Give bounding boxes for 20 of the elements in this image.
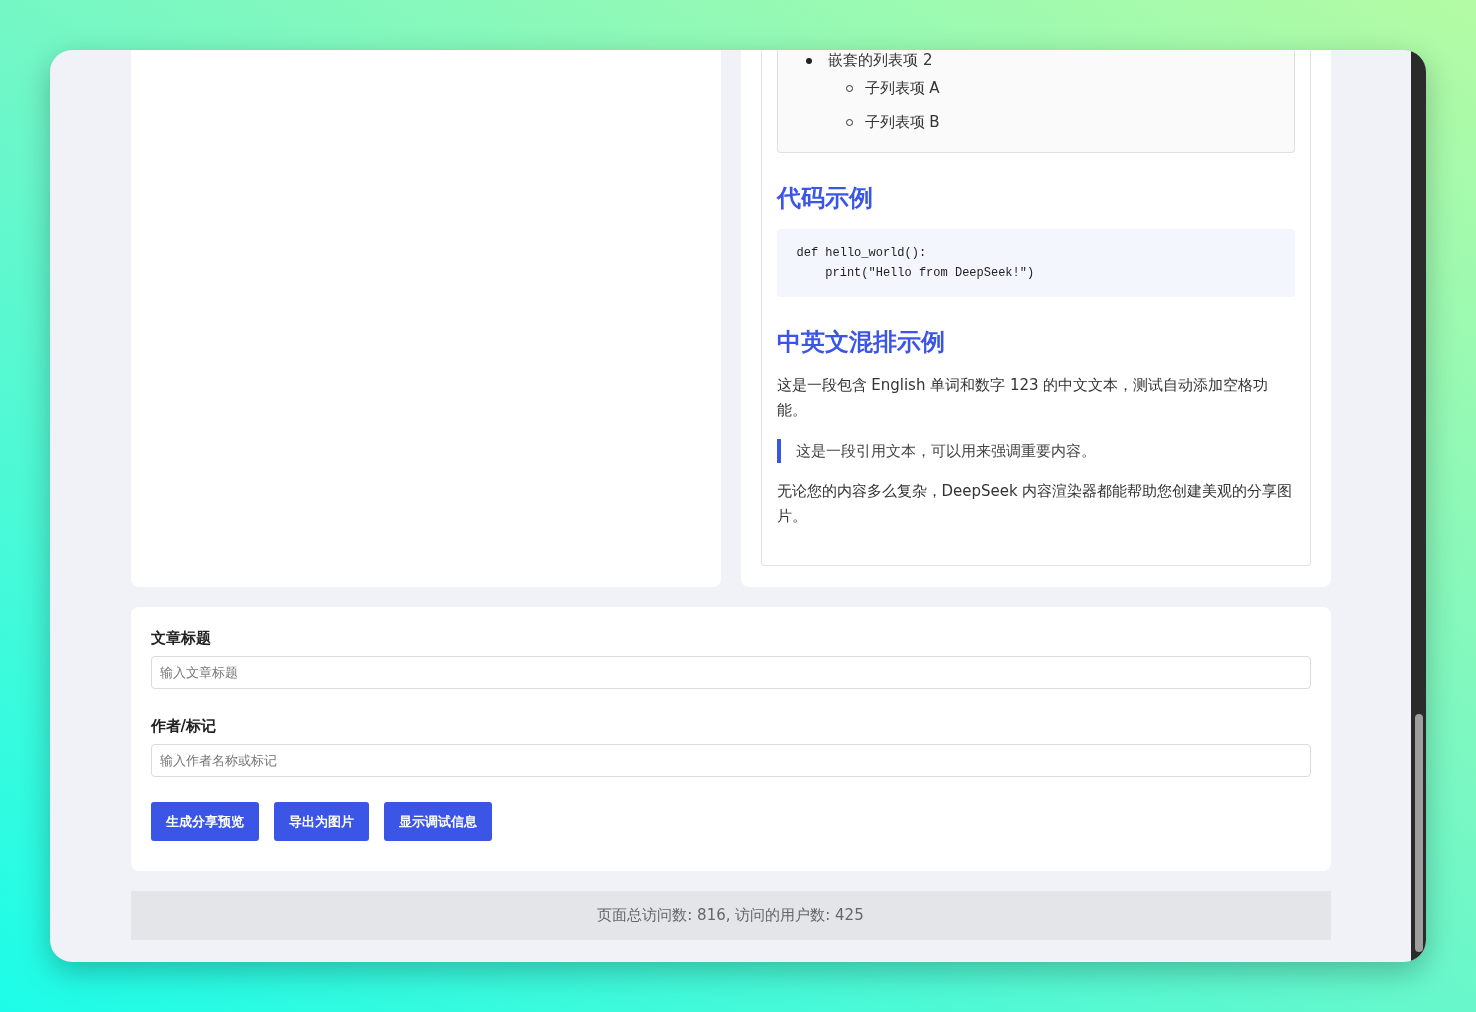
paragraph: 这是一段包含 English 单词和数字 123 的中文文本，测试自动添加空格功能。 [776,375,1270,421]
action-button[interactable]: 显示调试信息 [383,802,492,841]
section-heading: 代码示例 [776,183,874,214]
list-item: 嵌套的列表项 2 [828,51,933,69]
input-field[interactable]: 输入文章标题 [150,656,1311,689]
paragraph: 无论您的内容多么复杂，DeepSeek 内容渲染器都能帮助您创建美观的分享图片。 [776,481,1294,527]
visit-stats: 页面总访问数: 816, 访问的用户数: 425 [597,906,864,925]
code-line: print("Hello from DeepSeek!") [824,265,1036,282]
list-item: 子列表项 A [864,78,940,98]
input-field[interactable]: 输入作者名称或标记 [150,744,1311,777]
list-item: 子列表项 B [864,112,940,132]
bullet-icon [805,57,812,64]
field-label: 作者/标记 [150,717,217,736]
field-label: 文章标题 [150,629,212,648]
action-button[interactable]: 生成分享预览 [150,802,259,841]
scrollbar-thumb[interactable] [1414,714,1423,952]
action-button[interactable]: 导出为图片 [273,802,369,841]
section-heading: 中英文混排示例 [776,327,946,358]
code-line: def hello_world(): [796,245,928,262]
blockquote: 这是一段引用文本，可以用来强调重要内容。 [776,439,1295,463]
